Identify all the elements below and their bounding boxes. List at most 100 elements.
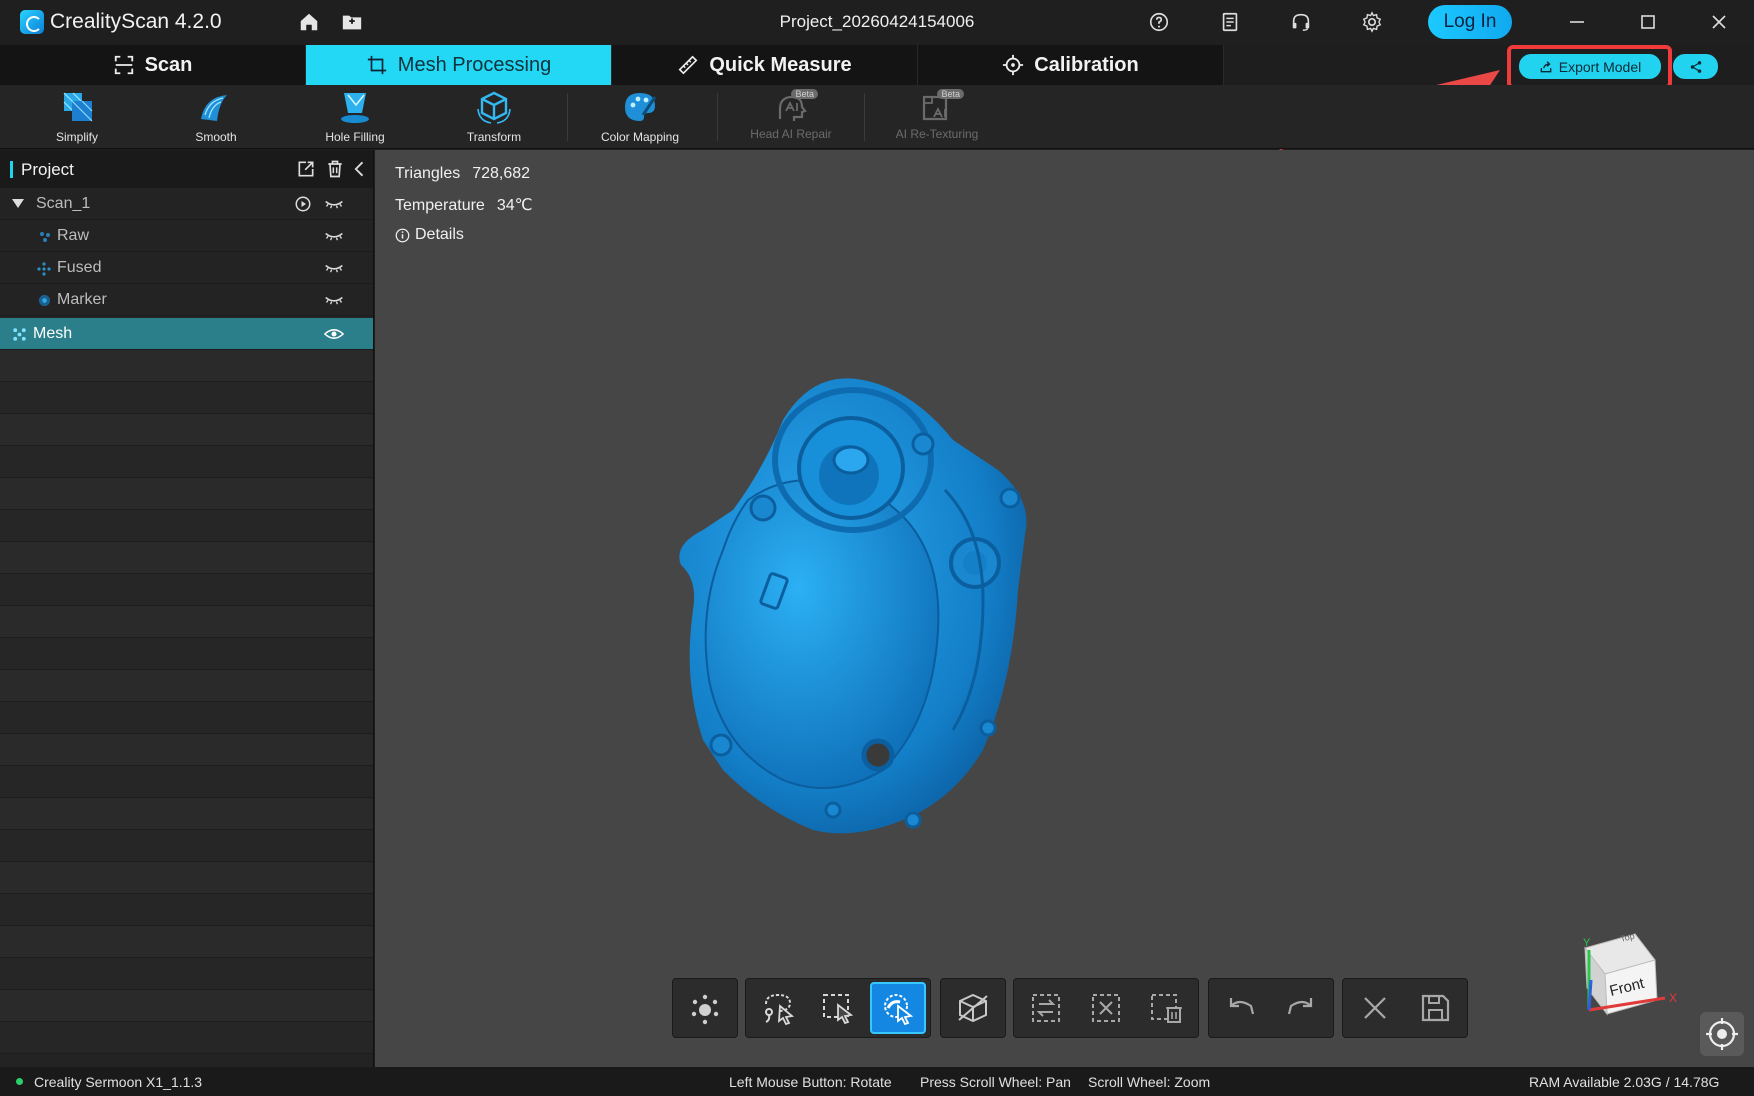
tree-item-raw[interactable]: Raw bbox=[0, 220, 373, 252]
scanned-mesh-model[interactable] bbox=[653, 350, 1093, 850]
home-icon[interactable] bbox=[298, 11, 320, 33]
tree-item-mesh[interactable]: Mesh bbox=[0, 318, 373, 350]
delete-icon[interactable] bbox=[325, 159, 345, 179]
caret-down-icon[interactable] bbox=[12, 199, 24, 209]
save-edit-button[interactable] bbox=[1407, 982, 1463, 1034]
lasso-select-button[interactable] bbox=[750, 982, 806, 1034]
temperature-info: Temperature 34℃ bbox=[395, 195, 533, 215]
beta-badge: Beta bbox=[791, 89, 818, 99]
redo-button[interactable] bbox=[1273, 982, 1329, 1034]
toolbar-divider bbox=[864, 93, 865, 141]
rectangle-select-button[interactable] bbox=[810, 982, 866, 1034]
eye-closed-icon[interactable] bbox=[324, 228, 344, 244]
brush-select-button[interactable] bbox=[870, 982, 926, 1034]
empty-row bbox=[0, 1022, 373, 1054]
empty-row bbox=[0, 702, 373, 734]
app-window: CrealityScan 4.2.0 Project_2026042415400… bbox=[0, 0, 1754, 1096]
info-icon bbox=[395, 228, 410, 242]
ai-retexturing-icon-wrap: Beta bbox=[918, 89, 964, 125]
details-label: Details bbox=[415, 226, 464, 243]
smooth-label: Smooth bbox=[195, 130, 237, 144]
empty-row bbox=[0, 574, 373, 606]
clear-selection-button[interactable] bbox=[1078, 982, 1134, 1034]
history-tool-group bbox=[1208, 978, 1334, 1038]
eye-closed-icon[interactable] bbox=[324, 292, 344, 308]
settings-gear-icon[interactable] bbox=[1361, 11, 1383, 33]
hole-filling-tool[interactable]: Hole Filling bbox=[295, 89, 415, 147]
tab-label: Scan bbox=[144, 53, 193, 76]
see-through-button[interactable] bbox=[945, 982, 1001, 1034]
status-bar: Creality Sermoon X1_1.1.3 Left Mouse But… bbox=[0, 1067, 1754, 1096]
maximize-icon[interactable] bbox=[1636, 10, 1660, 34]
ram-status: RAM Available 2.03G / 14.78G bbox=[1529, 1074, 1720, 1090]
lighting-button[interactable] bbox=[677, 982, 733, 1034]
help-icon[interactable] bbox=[1148, 11, 1170, 33]
view-cube[interactable]: Top Front Y X bbox=[1565, 920, 1685, 1020]
project-sidebar: Project Scan_1 Raw Fused Marker Mesh bbox=[0, 150, 374, 1067]
empty-row bbox=[0, 894, 373, 926]
rectangle-select-icon bbox=[823, 994, 854, 1025]
eye-open-icon[interactable] bbox=[324, 326, 344, 342]
fused-points-icon bbox=[37, 262, 51, 276]
tree-item-scan-1[interactable]: Scan_1 bbox=[0, 188, 373, 220]
selection-tool-group bbox=[745, 978, 931, 1038]
marker-icon bbox=[38, 294, 51, 307]
notes-icon[interactable] bbox=[1219, 11, 1241, 33]
3d-viewport[interactable]: Triangles 728,682 Temperature 34℃ Details bbox=[375, 150, 1754, 1067]
recenter-view-button[interactable] bbox=[1700, 1012, 1744, 1056]
tab-label: Calibration bbox=[1034, 53, 1139, 76]
headset-icon[interactable] bbox=[1290, 11, 1312, 33]
color-mapping-tool[interactable]: Color Mapping bbox=[580, 89, 700, 147]
redo-icon bbox=[1287, 998, 1313, 1015]
details-toggle[interactable]: Details bbox=[395, 226, 464, 244]
invert-selection-button[interactable] bbox=[1018, 982, 1074, 1034]
export-model-button[interactable]: Export Model bbox=[1519, 54, 1661, 79]
import-icon[interactable] bbox=[296, 159, 316, 179]
palette-icon bbox=[625, 93, 657, 121]
cube-transform-icon bbox=[477, 91, 511, 124]
simplify-label: Simplify bbox=[55, 130, 98, 144]
tree-item-fused[interactable]: Fused bbox=[0, 252, 373, 284]
empty-row bbox=[0, 414, 373, 446]
tree-item-marker[interactable]: Marker bbox=[0, 284, 373, 316]
empty-row bbox=[0, 638, 373, 670]
tree-item-label: Fused bbox=[57, 259, 102, 276]
tree-item-label: Marker bbox=[57, 291, 107, 308]
tab-calibration[interactable]: Calibration bbox=[918, 45, 1224, 85]
sun-light-icon bbox=[691, 994, 719, 1025]
ai-retexturing-tool[interactable]: Beta AI Re-Texturing bbox=[877, 89, 997, 147]
collapse-sidebar-icon[interactable] bbox=[350, 159, 370, 179]
view-tool-group bbox=[940, 978, 1006, 1038]
tab-mesh-processing[interactable]: Mesh Processing bbox=[306, 45, 612, 85]
delete-selection-button[interactable] bbox=[1138, 982, 1194, 1034]
minimize-icon[interactable] bbox=[1565, 10, 1589, 34]
share-button[interactable] bbox=[1673, 54, 1718, 79]
sidebar-header: Project bbox=[0, 150, 373, 188]
undo-button[interactable] bbox=[1213, 982, 1269, 1034]
cancel-edit-button[interactable] bbox=[1347, 982, 1403, 1034]
eye-closed-icon[interactable] bbox=[324, 260, 344, 276]
ai-retexturing-label: AI Re-Texturing bbox=[895, 127, 979, 141]
tab-quick-measure[interactable]: Quick Measure bbox=[612, 45, 918, 85]
tab-scan[interactable]: Scan bbox=[0, 45, 306, 85]
eye-closed-icon[interactable] bbox=[324, 196, 344, 212]
temperature-value: 34℃ bbox=[496, 197, 533, 214]
empty-row bbox=[0, 478, 373, 510]
delete-selection-icon bbox=[1151, 994, 1182, 1023]
clear-selection-icon bbox=[1092, 994, 1120, 1022]
simplify-tool[interactable]: Simplify bbox=[17, 89, 137, 147]
transform-tool[interactable]: Transform bbox=[434, 89, 554, 147]
empty-row bbox=[0, 734, 373, 766]
triangles-info: Triangles 728,682 bbox=[395, 165, 530, 183]
head-ai-repair-tool[interactable]: Beta Head AI Repair bbox=[731, 89, 851, 147]
login-button[interactable]: Log In bbox=[1428, 5, 1512, 39]
axis-y-label: Y bbox=[1583, 937, 1591, 949]
temperature-label: Temperature bbox=[395, 197, 485, 214]
tree-item-label: Mesh bbox=[33, 325, 73, 342]
smooth-tool[interactable]: Smooth bbox=[156, 89, 276, 147]
folder-icon[interactable] bbox=[341, 11, 363, 33]
close-icon[interactable] bbox=[1707, 10, 1731, 34]
play-circle-icon[interactable] bbox=[294, 195, 312, 213]
app-logo-icon bbox=[20, 10, 44, 34]
cancel-x-icon bbox=[1364, 997, 1386, 1019]
